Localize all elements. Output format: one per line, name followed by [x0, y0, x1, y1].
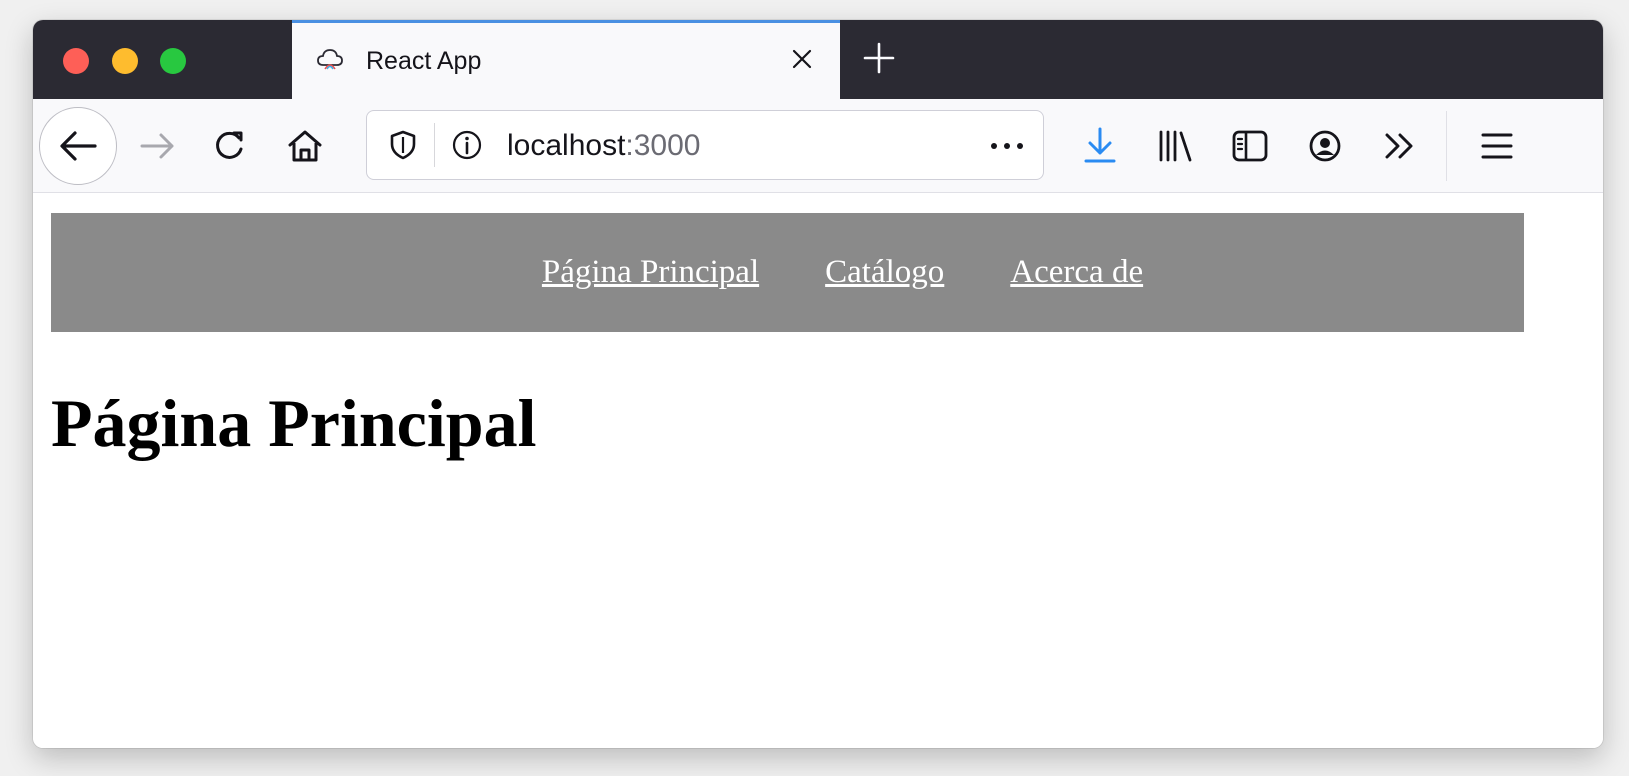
minimize-window-button[interactable]	[112, 48, 138, 74]
tab-title: React App	[366, 47, 482, 75]
hamburger-menu-icon[interactable]	[1475, 124, 1519, 168]
back-button[interactable]	[39, 107, 117, 185]
home-icon[interactable]	[283, 124, 327, 168]
account-icon[interactable]	[1303, 124, 1347, 168]
info-icon[interactable]	[449, 127, 485, 163]
tab-react-app[interactable]: React App	[292, 20, 840, 99]
download-icon[interactable]	[1078, 124, 1122, 168]
nav-link-acerca-de[interactable]: Acerca de	[1010, 254, 1143, 291]
url-host: localhost	[507, 129, 626, 162]
navigation-toolbar: localhost:3000	[33, 99, 1603, 193]
toolbar-divider	[1446, 111, 1447, 181]
rainbow-cloud-icon	[317, 49, 343, 70]
browser-window: React App localhost:3000 Página Principa…	[33, 20, 1603, 748]
close-tab-icon[interactable]	[786, 43, 818, 75]
page-content: Página Principal Catálogo Acerca de Pági…	[33, 193, 1603, 748]
new-tab-icon[interactable]	[861, 40, 897, 76]
page-title: Página Principal	[51, 385, 537, 461]
close-window-button[interactable]	[63, 48, 89, 74]
url-bar[interactable]: localhost:3000	[366, 110, 1044, 180]
reload-icon[interactable]	[208, 124, 252, 168]
shield-icon[interactable]	[385, 127, 421, 163]
url-text[interactable]: localhost:3000	[507, 128, 700, 164]
url-port: :3000	[625, 129, 701, 162]
nav-link-catalogo[interactable]: Catálogo	[825, 254, 944, 291]
zoom-window-button[interactable]	[160, 48, 186, 74]
back-arrow-icon	[59, 130, 97, 161]
nav-link-pagina-principal[interactable]: Página Principal	[542, 254, 759, 291]
more-dots-icon[interactable]	[987, 136, 1027, 156]
sidebar-icon[interactable]	[1228, 124, 1272, 168]
nav-links: Página Principal Catálogo Acerca de	[51, 213, 1524, 332]
library-icon[interactable]	[1153, 124, 1197, 168]
tab-strip: React App	[33, 20, 1603, 99]
url-bar-divider	[434, 123, 435, 167]
overflow-chevrons-icon[interactable]	[1378, 124, 1422, 168]
forward-arrow-icon[interactable]	[136, 124, 180, 168]
site-navbar: Página Principal Catálogo Acerca de	[51, 213, 1524, 332]
